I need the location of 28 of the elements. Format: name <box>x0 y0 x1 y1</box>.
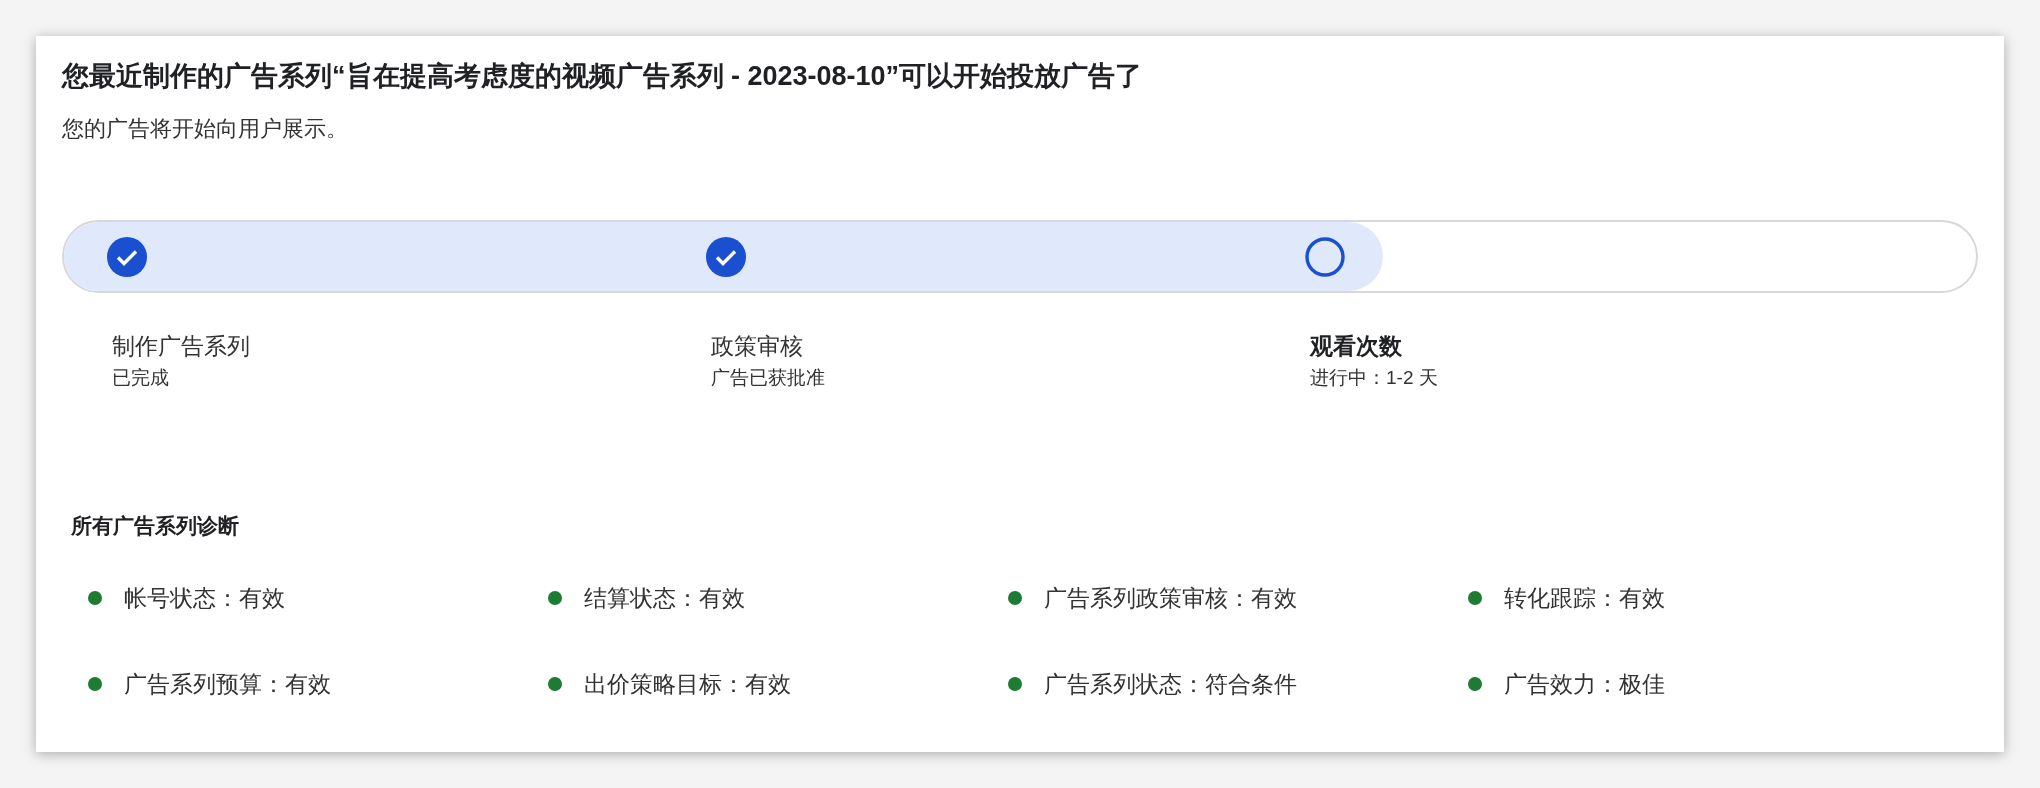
campaign-subtitle: 您的广告将开始向用户展示。 <box>62 115 349 143</box>
status-dot <box>1468 677 1482 691</box>
check-circle-icon <box>706 236 746 277</box>
diagnostic-item: 帐号状态：有效 <box>124 584 285 613</box>
status-dot <box>88 591 102 605</box>
status-dot <box>88 677 102 691</box>
empty-circle-icon <box>1305 236 1345 277</box>
status-dot <box>1468 591 1482 605</box>
status-dot <box>1008 591 1022 605</box>
diagnostic-item: 广告系列状态：符合条件 <box>1044 670 1297 699</box>
diagnostic-item: 广告效力：极佳 <box>1504 670 1665 699</box>
diagnostic-item: 结算状态：有效 <box>584 584 745 613</box>
status-dot <box>548 591 562 605</box>
step-label: 制作广告系列 <box>112 332 251 361</box>
diagnostic-item: 广告系列政策审核：有效 <box>1044 584 1297 613</box>
step-detail: 已完成 <box>112 366 170 390</box>
campaign-title: 您最近制作的广告系列“旨在提高考虑度的视频广告系列 - 2023-08-10”可以开始投放广告了 <box>62 60 1144 93</box>
diagnostic-item: 出价策略目标：有效 <box>584 670 791 699</box>
step-detail: 进行中：1-2 天 <box>1310 366 1439 390</box>
diagnostic-item: 广告系列预算：有效 <box>124 670 331 699</box>
step-label: 观看次数 <box>1310 332 1403 361</box>
step-detail: 广告已获批准 <box>711 366 826 390</box>
diagnostic-item: 转化跟踪：有效 <box>1504 584 1665 613</box>
status-dot <box>548 677 562 691</box>
step-label: 政策审核 <box>711 332 804 361</box>
check-circle-icon <box>107 236 147 277</box>
diagnostics-heading: 所有广告系列诊断 <box>70 513 240 539</box>
status-dot <box>1008 677 1022 691</box>
